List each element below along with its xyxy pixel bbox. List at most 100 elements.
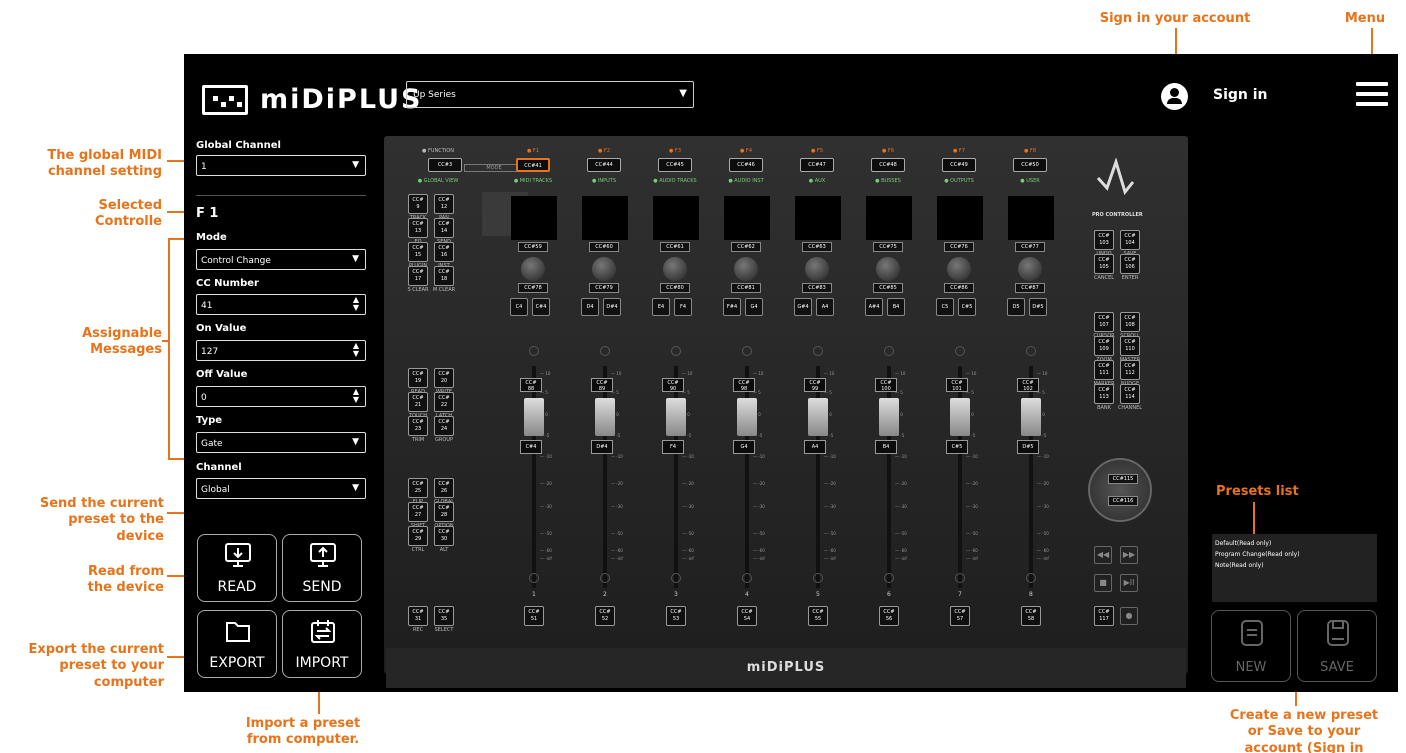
cc-key[interactable]: CC# 117	[1094, 606, 1114, 626]
note-key[interactable]: G#4	[794, 298, 812, 316]
cc-key[interactable]: CC# 106	[1120, 254, 1140, 274]
export-button[interactable]: EXPORT	[197, 610, 277, 678]
f-key-4[interactable]: CC#46	[729, 158, 763, 172]
note-key[interactable]: A#4	[865, 298, 883, 316]
menu-icon[interactable]	[1356, 82, 1388, 108]
f-key-2[interactable]: CC#44	[587, 158, 621, 172]
note-key[interactable]: B4	[887, 298, 905, 316]
cc-key[interactable]: CC# 20	[434, 368, 454, 388]
cc-key[interactable]: CC# 104	[1120, 230, 1140, 250]
save-preset-button[interactable]: SAVE	[1297, 610, 1377, 682]
cc-key[interactable]: CC# 55	[808, 606, 828, 626]
note-key[interactable]: D#4	[603, 298, 621, 316]
cc-key[interactable]: CC# 31	[408, 606, 428, 626]
cc-key[interactable]: CC# 18	[434, 266, 454, 286]
cc-key[interactable]: CC# 23	[408, 416, 428, 436]
fader-cap[interactable]	[737, 398, 757, 436]
play-pause-icon[interactable]: ▶II	[1120, 574, 1138, 592]
stop-icon[interactable]: ■	[1094, 574, 1112, 592]
fader-cap[interactable]	[666, 398, 686, 436]
stepper-icon[interactable]: ▲ ▼	[353, 296, 359, 312]
cc-key[interactable]: CC# 52	[595, 606, 615, 626]
cc-key[interactable]: CC# 110	[1120, 336, 1140, 356]
cc-key[interactable]: CC# 58	[1021, 606, 1041, 626]
knob[interactable]	[521, 257, 545, 281]
note-key[interactable]: A4	[816, 298, 834, 316]
forward-icon[interactable]: ▶▶	[1120, 546, 1138, 564]
type-select[interactable]: Gate ▼	[196, 432, 366, 453]
rewind-icon[interactable]: ◀◀	[1094, 546, 1112, 564]
cc-key[interactable]: CC# 53	[666, 606, 686, 626]
knob[interactable]	[1018, 257, 1042, 281]
cc-key[interactable]: CC# 28	[434, 502, 454, 522]
knob[interactable]	[734, 257, 758, 281]
fader-cap[interactable]	[524, 398, 544, 436]
fader-cap[interactable]	[808, 398, 828, 436]
note-key[interactable]: C#5	[958, 298, 976, 316]
import-button[interactable]: IMPORT	[282, 610, 362, 678]
new-preset-button[interactable]: NEW	[1211, 610, 1291, 682]
fader-cap[interactable]	[1021, 398, 1041, 436]
preset-item[interactable]: Default(Read only)	[1215, 538, 1374, 549]
cc-number-input[interactable]: 41 ▲ ▼	[196, 294, 366, 315]
cc-key[interactable]: CC# 29	[408, 526, 428, 546]
f-key-1[interactable]: CC#41	[516, 158, 550, 172]
cc-key[interactable]: CC# 17	[408, 266, 428, 286]
f-key-8[interactable]: CC#50	[1013, 158, 1047, 172]
note-key[interactable]: G4	[745, 298, 763, 316]
cc-key[interactable]: CC# 26	[434, 478, 454, 498]
global-channel-select[interactable]: 1 ▼	[196, 155, 366, 176]
user-account-icon[interactable]	[1161, 83, 1188, 110]
record-icon[interactable]: ●	[1120, 607, 1138, 625]
cc-key[interactable]: CC# 51	[524, 606, 544, 626]
knob[interactable]	[592, 257, 616, 281]
cc-key[interactable]: CC# 12	[434, 194, 454, 214]
cc-key[interactable]: CC# 24	[434, 416, 454, 436]
note-key[interactable]: F4	[674, 298, 692, 316]
cc-key[interactable]: CC# 35	[434, 606, 454, 626]
stepper-icon[interactable]: ▲ ▼	[353, 342, 359, 358]
preset-item[interactable]: Program Change(Read only)	[1215, 549, 1374, 560]
cc-key[interactable]: CC# 54	[737, 606, 757, 626]
cc-key[interactable]: CC# 108	[1120, 312, 1140, 332]
note-key[interactable]: D5	[1007, 298, 1025, 316]
cc-key[interactable]: CC# 111	[1094, 360, 1114, 380]
stepper-icon[interactable]: ▲ ▼	[353, 388, 359, 404]
read-button[interactable]: READ	[197, 534, 277, 602]
f-key-7[interactable]: CC#49	[942, 158, 976, 172]
cc-key[interactable]: CC# 56	[879, 606, 899, 626]
cc-key[interactable]: CC# 103	[1094, 230, 1114, 250]
cc-key[interactable]: CC# 30	[434, 526, 454, 546]
cc-key[interactable]: CC# 15	[408, 242, 428, 262]
off-value-input[interactable]: 0 ▲ ▼	[196, 386, 366, 407]
mode-select[interactable]: Control Change ▼	[196, 249, 366, 270]
send-button[interactable]: SEND	[282, 534, 362, 602]
cc-key[interactable]: CC# 57	[950, 606, 970, 626]
function-key[interactable]: CC#3	[428, 158, 462, 172]
fader-cap[interactable]	[950, 398, 970, 436]
knob[interactable]	[947, 257, 971, 281]
note-key[interactable]: C#4	[532, 298, 550, 316]
cc-key[interactable]: CC# 107	[1094, 312, 1114, 332]
cc-key[interactable]: CC# 19	[408, 368, 428, 388]
knob[interactable]	[663, 257, 687, 281]
cc-key[interactable]: CC# 22	[434, 392, 454, 412]
cc-key[interactable]: CC# 112	[1120, 360, 1140, 380]
cc-key[interactable]: CC# 13	[408, 218, 428, 238]
cc-key[interactable]: CC# 113	[1094, 384, 1114, 404]
note-key[interactable]: C5	[936, 298, 954, 316]
cc-key[interactable]: CC# 16	[434, 242, 454, 262]
cc-key[interactable]: CC# 14	[434, 218, 454, 238]
note-key[interactable]: D4	[581, 298, 599, 316]
cc-key[interactable]: CC# 114	[1120, 384, 1140, 404]
f-key-6[interactable]: CC#48	[871, 158, 905, 172]
wheel-key-2[interactable]: CC#116	[1108, 496, 1138, 506]
channel-select[interactable]: Global ▼	[196, 478, 366, 499]
note-key[interactable]: D#5	[1029, 298, 1047, 316]
note-key[interactable]: F#4	[723, 298, 741, 316]
on-value-input[interactable]: 127 ▲ ▼	[196, 340, 366, 361]
f-key-5[interactable]: CC#47	[800, 158, 834, 172]
jog-wheel[interactable]	[1088, 458, 1152, 522]
cc-key[interactable]: CC# 21	[408, 392, 428, 412]
note-key[interactable]: E4	[652, 298, 670, 316]
